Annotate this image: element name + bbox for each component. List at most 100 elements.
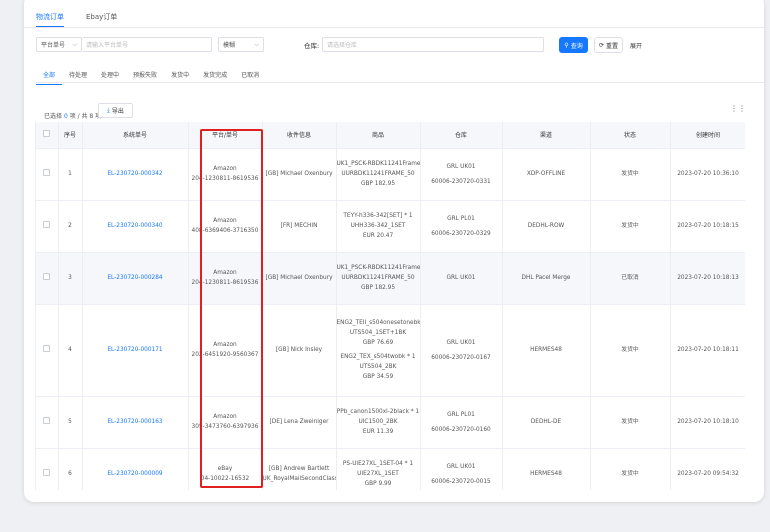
product-line: GBP 76.69 xyxy=(362,340,394,346)
query-button[interactable]: ⚲ 查询 xyxy=(559,37,588,53)
recipient-line: UK_RoyalMailSecondClassStan xyxy=(262,476,336,482)
platform-cell: Amazon 204-1230811-8619536 xyxy=(188,252,263,305)
row-checkbox[interactable] xyxy=(43,168,51,176)
sys-no-cell: EL-230720-000171 xyxy=(82,304,189,397)
search-icon: ⚲ xyxy=(564,41,569,49)
product-line: TEYY-h336-342[SET] * 1 xyxy=(343,213,413,219)
created-time-cell: 2023-07-20 09:54:32 xyxy=(670,448,745,490)
platform-cell: Amazon 408-6369406-3716350 xyxy=(188,200,263,253)
column-header: 仓库 xyxy=(420,122,503,149)
top-tabs: 物流订单 Ebay订单 xyxy=(36,12,117,27)
platform-order-no: 408-6369406-3716350 xyxy=(191,228,259,234)
product-line: GBP 182.95 xyxy=(360,285,396,291)
recipient-cell: [GB] Nick Insley xyxy=(262,304,337,397)
warehouse-select[interactable]: 请选择仓库 xyxy=(322,37,544,52)
select-cell xyxy=(36,148,59,201)
warehouse-cell: GRL UK01 60006-230720-0015 xyxy=(420,448,503,490)
sys-no-link[interactable]: EL-230720-000284 xyxy=(107,275,162,281)
download-icon: ⤓ xyxy=(107,106,110,114)
match-mode-select[interactable]: 模糊 ⌵ xyxy=(218,37,264,52)
product-line: GBP 182.95 xyxy=(360,181,396,187)
product-line: UTS504_1SET+1BK xyxy=(349,330,407,336)
sys-no-cell: EL-230720-000342 xyxy=(82,148,189,201)
selection-prefix: 已选择 xyxy=(44,113,63,120)
divider xyxy=(24,27,764,28)
warehouse-cell: GRL PL01 60006-230720-0329 xyxy=(420,200,503,253)
product-line: UK1_PSCK-RBDK11241Frame-Fift xyxy=(336,161,420,167)
status-cell: 发货中 xyxy=(590,200,671,253)
product-line: UHH336-342_1SET xyxy=(350,223,406,229)
row-index: 3 xyxy=(58,252,83,305)
table-row[interactable]: 3 EL-230720-000284 Amazon 204-1230811-86195… xyxy=(36,252,745,305)
column-header: 收件信息 xyxy=(262,122,337,149)
sys-no-link[interactable]: EL-230720-000171 xyxy=(107,347,162,353)
reset-button[interactable]: ⟳ 重置 xyxy=(594,37,623,53)
channel-cell: HERMES48 xyxy=(502,448,591,490)
column-header: 系统单号 xyxy=(82,122,189,149)
orders-table: 序号 系统单号 平台/单号 收件信息 商品 仓库 渠道 状态 创建时间 1 EL-… xyxy=(35,122,745,490)
selection-count: 0 xyxy=(63,113,68,120)
warehouse-line: GRL UK01 xyxy=(446,163,476,170)
warehouse-line: 60006-230720-0329 xyxy=(431,230,491,237)
warehouse-cell: GRL UK01 60006-230720-0167 xyxy=(420,304,503,397)
warehouse-line: GRL UK01 xyxy=(446,339,476,346)
table-row[interactable]: 1 EL-230720-000342 Amazon 204-1230811-86195… xyxy=(36,148,745,201)
product-line: GBP 9.99 xyxy=(364,481,392,487)
created-time-cell: 2023-07-20 10:36:10 xyxy=(670,148,745,201)
expand-link[interactable]: 展开 xyxy=(630,41,642,50)
search-input[interactable]: 请输入平台单号 xyxy=(82,37,212,52)
order-type-select[interactable]: 平台单号 ⌵ xyxy=(36,37,82,52)
product-cell: UK1_PSCK-RBDK11241Frame-Fift UURBDK11241F… xyxy=(336,252,421,305)
row-checkbox[interactable] xyxy=(43,416,51,424)
refresh-icon: ⟳ xyxy=(598,41,604,49)
product-line: EUR 20.47 xyxy=(362,233,394,239)
sys-no-cell: EL-230720-000009 xyxy=(82,448,189,490)
row-checkbox[interactable] xyxy=(43,468,51,476)
selection-suffix: 项 / 共 8 项 xyxy=(69,113,102,120)
sys-no-link[interactable]: EL-230720-000342 xyxy=(107,171,162,177)
recipient-line: [GB] Andrew Bartlett xyxy=(268,466,330,472)
sys-no-cell: EL-230720-000163 xyxy=(82,396,189,449)
sys-no-link[interactable]: EL-230720-000163 xyxy=(107,419,162,425)
table-row[interactable]: 5 EL-230720-000163 Amazon 305-3473760-63979… xyxy=(36,396,745,449)
tab-logistics-orders[interactable]: 物流订单 xyxy=(36,12,64,27)
table-header: 序号 系统单号 平台/单号 收件信息 商品 仓库 渠道 状态 创建时间 xyxy=(36,122,745,149)
sys-no-link[interactable]: EL-230720-000340 xyxy=(107,223,162,229)
row-checkbox[interactable] xyxy=(43,272,51,280)
platform-cell: Amazon 305-3473760-6397936 xyxy=(188,396,263,449)
table-row[interactable]: 6 EL-230720-000009 eBay 04-10022-16532 [GB] … xyxy=(36,448,745,490)
platform-order-no: 204-1230811-8619536 xyxy=(191,176,259,182)
platform-name: Amazon xyxy=(213,342,237,348)
recipient-cell: [GB] Michael Oxenbury xyxy=(262,148,337,201)
table-row[interactable]: 4 EL-230720-000171 Amazon 202-6451920-95603… xyxy=(36,304,745,397)
warehouse-line: 60006-230720-0331 xyxy=(431,178,491,185)
warehouse-cell: GRL PL01 60006-230720-0160 xyxy=(420,396,503,449)
status-cell: 发货中 xyxy=(590,448,671,490)
column-header: 创建时间 xyxy=(670,122,745,149)
channel-cell: DEDHL-DE xyxy=(502,396,591,449)
product-line: UURBDK11241FRAME_50 xyxy=(341,171,415,177)
channel-cell: DEDHL-ROW xyxy=(502,200,591,253)
row-checkbox[interactable] xyxy=(43,220,51,228)
row-index: 6 xyxy=(58,448,83,490)
tab-ebay-orders[interactable]: Ebay订单 xyxy=(86,12,117,27)
column-header: 状态 xyxy=(590,122,671,149)
product-line: UIC1500_2BK xyxy=(358,419,398,425)
column-header: 序号 xyxy=(58,122,83,149)
platform-name: Amazon xyxy=(213,270,237,276)
search-placeholder: 请输入平台单号 xyxy=(86,42,129,49)
warehouse-line: GRL UK01 xyxy=(446,463,476,470)
sys-no-cell: EL-230720-000284 xyxy=(82,252,189,305)
warehouse-line: 60006-230720-0160 xyxy=(431,426,491,433)
export-button[interactable]: ⤓ 导出 xyxy=(98,103,133,118)
product-line: UK1_PSCK-RBDK11241Frame-Fift xyxy=(336,265,420,271)
row-index: 1 xyxy=(58,148,83,201)
column-settings-icon[interactable]: ⋮⋮ xyxy=(730,104,746,113)
select-all-checkbox[interactable] xyxy=(43,130,51,138)
column-header: 商品 xyxy=(336,122,421,149)
warehouse-line: 60006-230720-0015 xyxy=(431,478,491,485)
status-cell: 发货中 xyxy=(590,148,671,201)
table-row[interactable]: 2 EL-230720-000340 Amazon 408-6369406-37163… xyxy=(36,200,745,253)
row-checkbox[interactable] xyxy=(43,344,51,352)
sys-no-link[interactable]: EL-230720-000009 xyxy=(107,471,162,477)
